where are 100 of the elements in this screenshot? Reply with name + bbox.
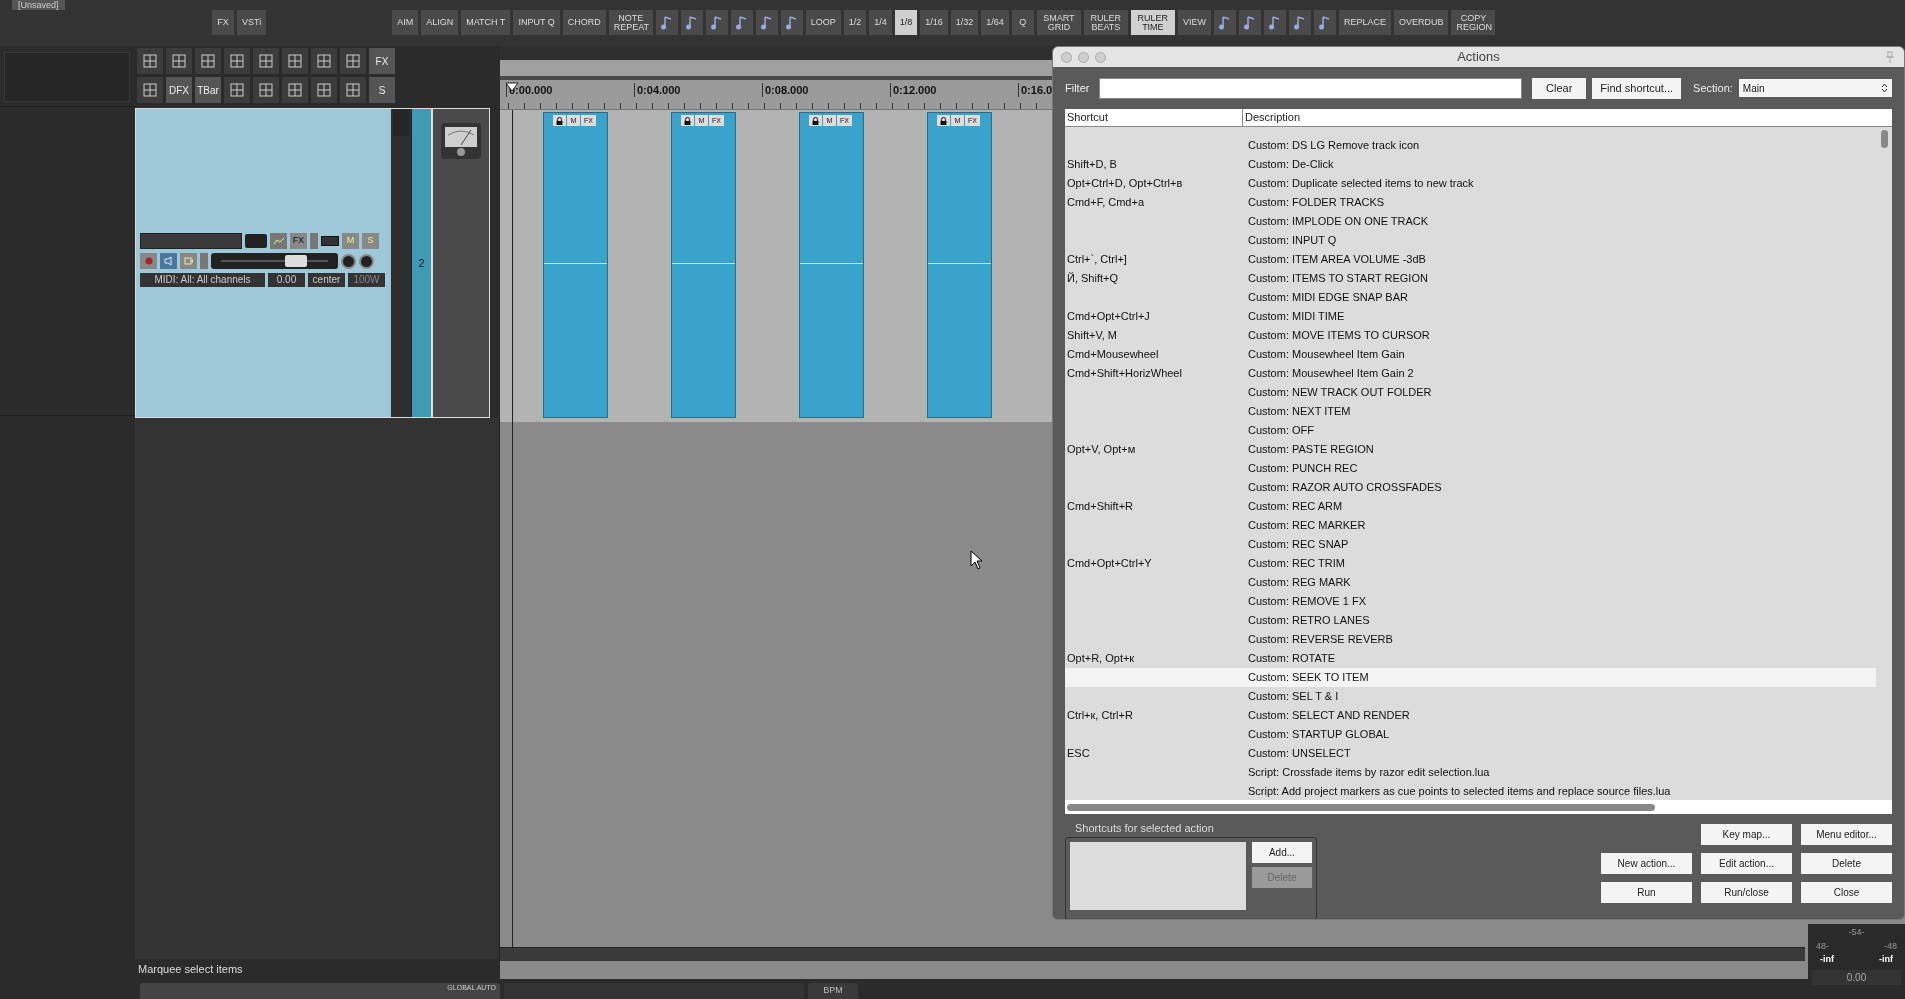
dialog-button[interactable]: Run/close: [1701, 882, 1792, 903]
track-panel[interactable]: FX M S MIDI: All: All channels 0.00 center 100W: [136, 109, 391, 417]
dialog-button[interactable]: Run: [1601, 882, 1692, 903]
dialog-button[interactable]: Key map...: [1701, 824, 1792, 845]
action-row[interactable]: Custom: IMPLODE ON ONE TRACK: [1065, 212, 1876, 231]
action-row[interactable]: Script: Add project markers as cue points to selected items and replace source files.lua: [1065, 782, 1876, 800]
add-button[interactable]: Add...: [1252, 841, 1312, 863]
knob-icon[interactable]: [341, 253, 356, 269]
tool-icon[interactable]: [253, 77, 279, 103]
input-icon[interactable]: [180, 253, 197, 269]
toolbar-button[interactable]: VSTi: [237, 10, 267, 35]
dialog-button[interactable]: Edit action...: [1701, 853, 1792, 874]
action-row[interactable]: Cmd+F, Cmd+a Custom: FOLDER TRACKS: [1065, 193, 1876, 212]
input-toggle[interactable]: [200, 253, 208, 269]
action-row[interactable]: Custom: REG MARK: [1065, 573, 1876, 592]
note-icon[interactable]: [1238, 10, 1261, 35]
toolbar-button[interactable]: FX: [212, 10, 234, 35]
phase-toggle[interactable]: [310, 233, 318, 249]
volume-slider-thumb[interactable]: [284, 255, 307, 267]
palette-button[interactable]: FX: [369, 48, 395, 74]
action-row[interactable]: Custom: RAZOR AUTO CROSSFADES: [1065, 478, 1876, 497]
tool-icon[interactable]: [311, 48, 337, 74]
width-field[interactable]: 100W: [348, 273, 385, 287]
tool-icon[interactable]: [282, 77, 308, 103]
action-row[interactable]: Cmd+Opt+Ctrl+J Custom: MIDI TIME: [1065, 307, 1876, 326]
toolbar-button[interactable]: COPY REGION: [1451, 10, 1496, 35]
find-shortcut-button[interactable]: Find shortcut...: [1592, 77, 1682, 99]
toolbar-button[interactable]: OVERDUB: [1393, 10, 1449, 35]
action-row[interactable]: Cmd+Shift+HorizWheel Custom: Mousewheel Item Gain 2: [1065, 364, 1876, 383]
action-row[interactable]: Custom: RETRO LANES: [1065, 611, 1876, 630]
fx-bypass-toggle[interactable]: [321, 236, 339, 246]
tool-icon[interactable]: [224, 77, 250, 103]
dialog-button[interactable]: Close: [1801, 882, 1892, 903]
toolbar-button[interactable]: LOOP: [805, 10, 841, 35]
toolbar-button[interactable]: SMART GRID: [1036, 10, 1081, 35]
action-row[interactable]: Opt+Ctrl+D, Opt+Ctrl+в Custom: Duplicate selected items to new track: [1065, 174, 1876, 193]
toolbar-button[interactable]: CHORD: [562, 10, 606, 35]
envelope-icon[interactable]: [270, 233, 287, 249]
action-row[interactable]: ESC Custom: UNSELECT: [1065, 744, 1876, 763]
action-row[interactable]: Custom: REC SNAP: [1065, 535, 1876, 554]
toolbar-button[interactable]: 1/64: [981, 10, 1009, 35]
note-icon[interactable]: [1313, 10, 1336, 35]
tool-icon[interactable]: [340, 77, 366, 103]
dialog-button[interactable]: Delete: [1801, 853, 1892, 874]
note-icon[interactable]: [1213, 10, 1236, 35]
toolbar-button[interactable]: 1/4: [869, 10, 892, 35]
toolbar-button[interactable]: RULER BEATS: [1083, 10, 1128, 35]
note-icon[interactable]: [655, 10, 678, 35]
toolbar-button[interactable]: 1/8: [894, 10, 918, 35]
note-icon[interactable]: [780, 10, 803, 35]
action-row[interactable]: Ctrl+`, Ctrl+] Custom: ITEM AREA VOLUME -3dB: [1065, 250, 1876, 269]
action-row[interactable]: Custom: SEEK TO ITEM: [1065, 668, 1876, 687]
toolbar-button[interactable]: ALIGN: [421, 10, 459, 35]
toolbar-button[interactable]: 1/32: [950, 10, 979, 35]
action-row[interactable]: Custom: OFF: [1065, 421, 1876, 440]
lock-icon[interactable]: [937, 115, 950, 126]
toolbar-button[interactable]: INPUT Q: [513, 10, 560, 35]
lock-icon[interactable]: [809, 115, 822, 126]
filter-field[interactable]: [1099, 77, 1523, 99]
note-icon[interactable]: [680, 10, 703, 35]
volume-slider[interactable]: [211, 253, 338, 269]
tool-icon[interactable]: [195, 48, 221, 74]
toolbar-button[interactable]: RULER TIME: [1130, 10, 1175, 35]
palette-button[interactable]: DFX: [166, 77, 192, 103]
track-io-button[interactable]: [245, 234, 267, 248]
tool-icon[interactable]: [311, 77, 337, 103]
action-row[interactable]: Custom: SEL T & I: [1065, 687, 1876, 706]
tool-icon[interactable]: [253, 48, 279, 74]
note-icon[interactable]: [1263, 10, 1286, 35]
action-row[interactable]: Custom: DS LG Remove track icon: [1065, 136, 1876, 155]
lock-icon[interactable]: [553, 115, 566, 126]
toolbar-button[interactable]: VIEW: [1177, 10, 1211, 35]
action-row[interactable]: Cmd+Shift+R Custom: REC ARM: [1065, 497, 1876, 516]
action-row[interactable]: Custom: MIDI EDGE SNAP BAR: [1065, 288, 1876, 307]
action-row[interactable]: Custom: REVERSE REVERB: [1065, 630, 1876, 649]
section-dropdown[interactable]: Main: [1738, 79, 1892, 97]
action-row[interactable]: Shift+D, B Custom: De-Click: [1065, 155, 1876, 174]
action-row[interactable]: Cmd+Opt+Ctrl+Y Custom: REC TRIM: [1065, 554, 1876, 573]
action-row[interactable]: Custom: REMOVE 1 FX: [1065, 592, 1876, 611]
action-row[interactable]: Opt+R, Opt+к Custom: ROTATE: [1065, 649, 1876, 668]
note-icon[interactable]: [705, 10, 728, 35]
volume-field[interactable]: 0.00: [268, 273, 305, 287]
horizontal-scrollbar[interactable]: [1065, 800, 1892, 814]
track-name-field[interactable]: [140, 233, 242, 249]
knob-icon[interactable]: [359, 253, 374, 269]
dialog-button[interactable]: New action...: [1601, 853, 1692, 874]
pan-field[interactable]: center: [308, 273, 345, 287]
action-row[interactable]: Shift+V, M Custom: MOVE ITEMS TO CURSOR: [1065, 326, 1876, 345]
action-row[interactable]: Custom: NEXT ITEM: [1065, 402, 1876, 421]
horizontal-scrollbar[interactable]: [500, 947, 1805, 961]
speaker-icon[interactable]: [160, 253, 177, 269]
lock-icon[interactable]: [681, 115, 694, 126]
toolbar-button[interactable]: 1/16: [920, 10, 948, 35]
action-row[interactable]: Custom: PUNCH REC: [1065, 459, 1876, 478]
toolbar-button[interactable]: REPLACE: [1338, 10, 1391, 35]
tool-icon[interactable]: [166, 48, 192, 74]
input-selector[interactable]: MIDI: All: All channels: [140, 273, 265, 287]
tool-icon[interactable]: [137, 48, 163, 74]
toolbar-button[interactable]: AIM: [392, 10, 419, 35]
palette-button[interactable]: S: [369, 77, 395, 103]
